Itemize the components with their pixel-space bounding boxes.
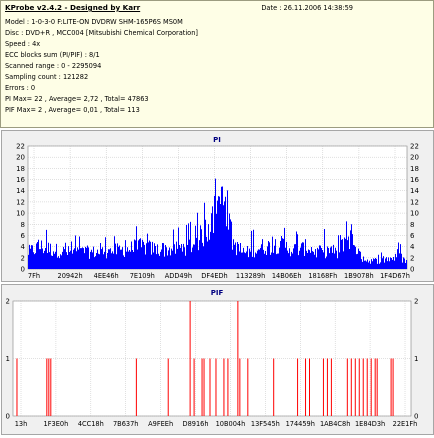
pi-x-tick-label: 14B06Eh [272, 272, 302, 280]
pi-y-tick-label: 0 [21, 266, 25, 274]
pi-x-tick-label: 18168Fh [308, 272, 337, 280]
pif-chart-panel: PIF 012 012 13h 1F3E0h 4CC18h 7B637h A9FEEh D… [1, 284, 434, 435]
pif-x-tick-label: 174459h [286, 420, 315, 428]
pi-y-tick-label: 2 [21, 254, 25, 262]
pi-y-tick-label: 6 [21, 232, 26, 240]
pif-x-tick-label: D8916h [183, 420, 209, 428]
pi-y-tick-label: 20 [16, 154, 25, 162]
info-ecc-blocks: ECC blocks sum (PI/PIF) : 8/1 [5, 51, 100, 59]
app-title: KProbe v2.4.2 - Designed by Karr [5, 3, 141, 12]
pif-y-tick-label: 1 [6, 355, 10, 363]
pi-y-tick-label-right: 14 [410, 187, 419, 195]
pi-chart-panel: PI 0 2 4 6 8 10 12 14 16 18 20 22 0 2 4 6 8 10 12 14 16 18 20… [1, 130, 434, 282]
info-disc: Disc : DVD+R , MCC004 [Mitsubishi Chemic… [5, 29, 198, 37]
pi-y-tick-label: 12 [16, 198, 25, 206]
pi-chart: PI 0 2 4 6 8 10 12 14 16 18 20 22 0 2 4 6 8 10 12 14 16 18 20… [16, 136, 419, 280]
pi-x-tick-label: 7Fh [28, 272, 40, 280]
pi-y-tick-label-right: 20 [410, 154, 419, 162]
pi-y-tick-label-right: 6 [410, 232, 415, 240]
scan-date: Date : 26.11.2006 14:38:59 [261, 4, 353, 12]
pi-y-tick-label: 14 [16, 187, 25, 195]
pif-y-tick-label-right: 2 [414, 298, 418, 306]
pif-y-tick-label: 2 [6, 298, 10, 306]
pif-x-tick-label: 13F545h [251, 420, 280, 428]
info-model: Model : 1-0-3-0 F:LITE-ON DVDRW SHM-165P… [5, 18, 183, 26]
pi-y-tick-label: 18 [16, 165, 25, 173]
pif-chart-title: PIF [211, 289, 224, 297]
pif-y-tick-label-right: 1 [414, 355, 418, 363]
pi-y-tick-label-right: 18 [410, 165, 419, 173]
pif-x-tick-label: 7B637h [113, 420, 138, 428]
pi-x-tick-label: 1F4D67h [380, 272, 410, 280]
info-pif-stats: PIF Max= 2 , Average= 0,01 , Total= 113 [5, 106, 140, 114]
pif-x-tick-label: 4CC18h [78, 420, 104, 428]
pi-y-tick-label-right: 8 [410, 221, 414, 229]
pif-x-tick-label: 1F3E0h [44, 420, 69, 428]
pi-y-tick-label: 8 [21, 221, 25, 229]
pi-x-tick-label: 7E109h [130, 272, 155, 280]
pi-y-tick-label-right: 2 [410, 254, 414, 262]
pif-x-tick-label: 13h [15, 420, 28, 428]
pif-x-tick-label: 1AB4C8h [320, 420, 350, 428]
pi-y-tick-label-right: 16 [410, 176, 419, 184]
pi-x-tick-label: DF4EDh [201, 272, 228, 280]
pi-x-tick-label: 1B9078h [344, 272, 374, 280]
pi-x-tick-label: 113289h [236, 272, 265, 280]
pi-y-tick-label: 4 [21, 243, 26, 251]
pif-chart: PIF 012 012 13h 1F3E0h 4CC18h 7B637h A9FEEh D… [6, 289, 419, 428]
pi-x-tick-label: ADD49h [165, 272, 192, 280]
info-speed: Speed : 4x [5, 40, 41, 48]
pi-y-tick-label-right: 22 [410, 143, 419, 151]
pi-y-tick-label-right: 10 [410, 210, 419, 218]
pif-x-tick-label: 1E84D3h [355, 420, 385, 428]
pi-x-tick-label: 20942h [58, 272, 83, 280]
pi-y-tick-label: 22 [16, 143, 25, 151]
pi-y-tick-label: 16 [16, 176, 25, 184]
info-errors: Errors : 0 [5, 84, 36, 92]
pif-x-tick-label: 10B004h [216, 420, 246, 428]
pif-x-tick-label: A9FEEh [148, 420, 173, 428]
pi-y-tick-label-right: 12 [410, 198, 419, 206]
pi-chart-title: PI [213, 136, 221, 144]
info-scanned-range: Scanned range : 0 - 2295094 [5, 62, 102, 70]
pif-x-tick-label: 22E1Fh [393, 420, 418, 428]
info-panel: KProbe v2.4.2 - Designed by Karr Date : … [0, 0, 434, 128]
pi-x-tick-label: 4EE46h [94, 272, 119, 280]
pi-y-tick-label-right: 0 [410, 266, 414, 274]
pi-y-tick-label-right: 4 [410, 243, 415, 251]
info-sampling-count: Sampling count : 121282 [5, 73, 89, 81]
pi-y-tick-label: 10 [16, 210, 25, 218]
pif-y-tick-label: 0 [6, 413, 10, 421]
info-pi-stats: PI Max= 22 , Average= 2,72 , Total= 4786… [5, 95, 149, 103]
